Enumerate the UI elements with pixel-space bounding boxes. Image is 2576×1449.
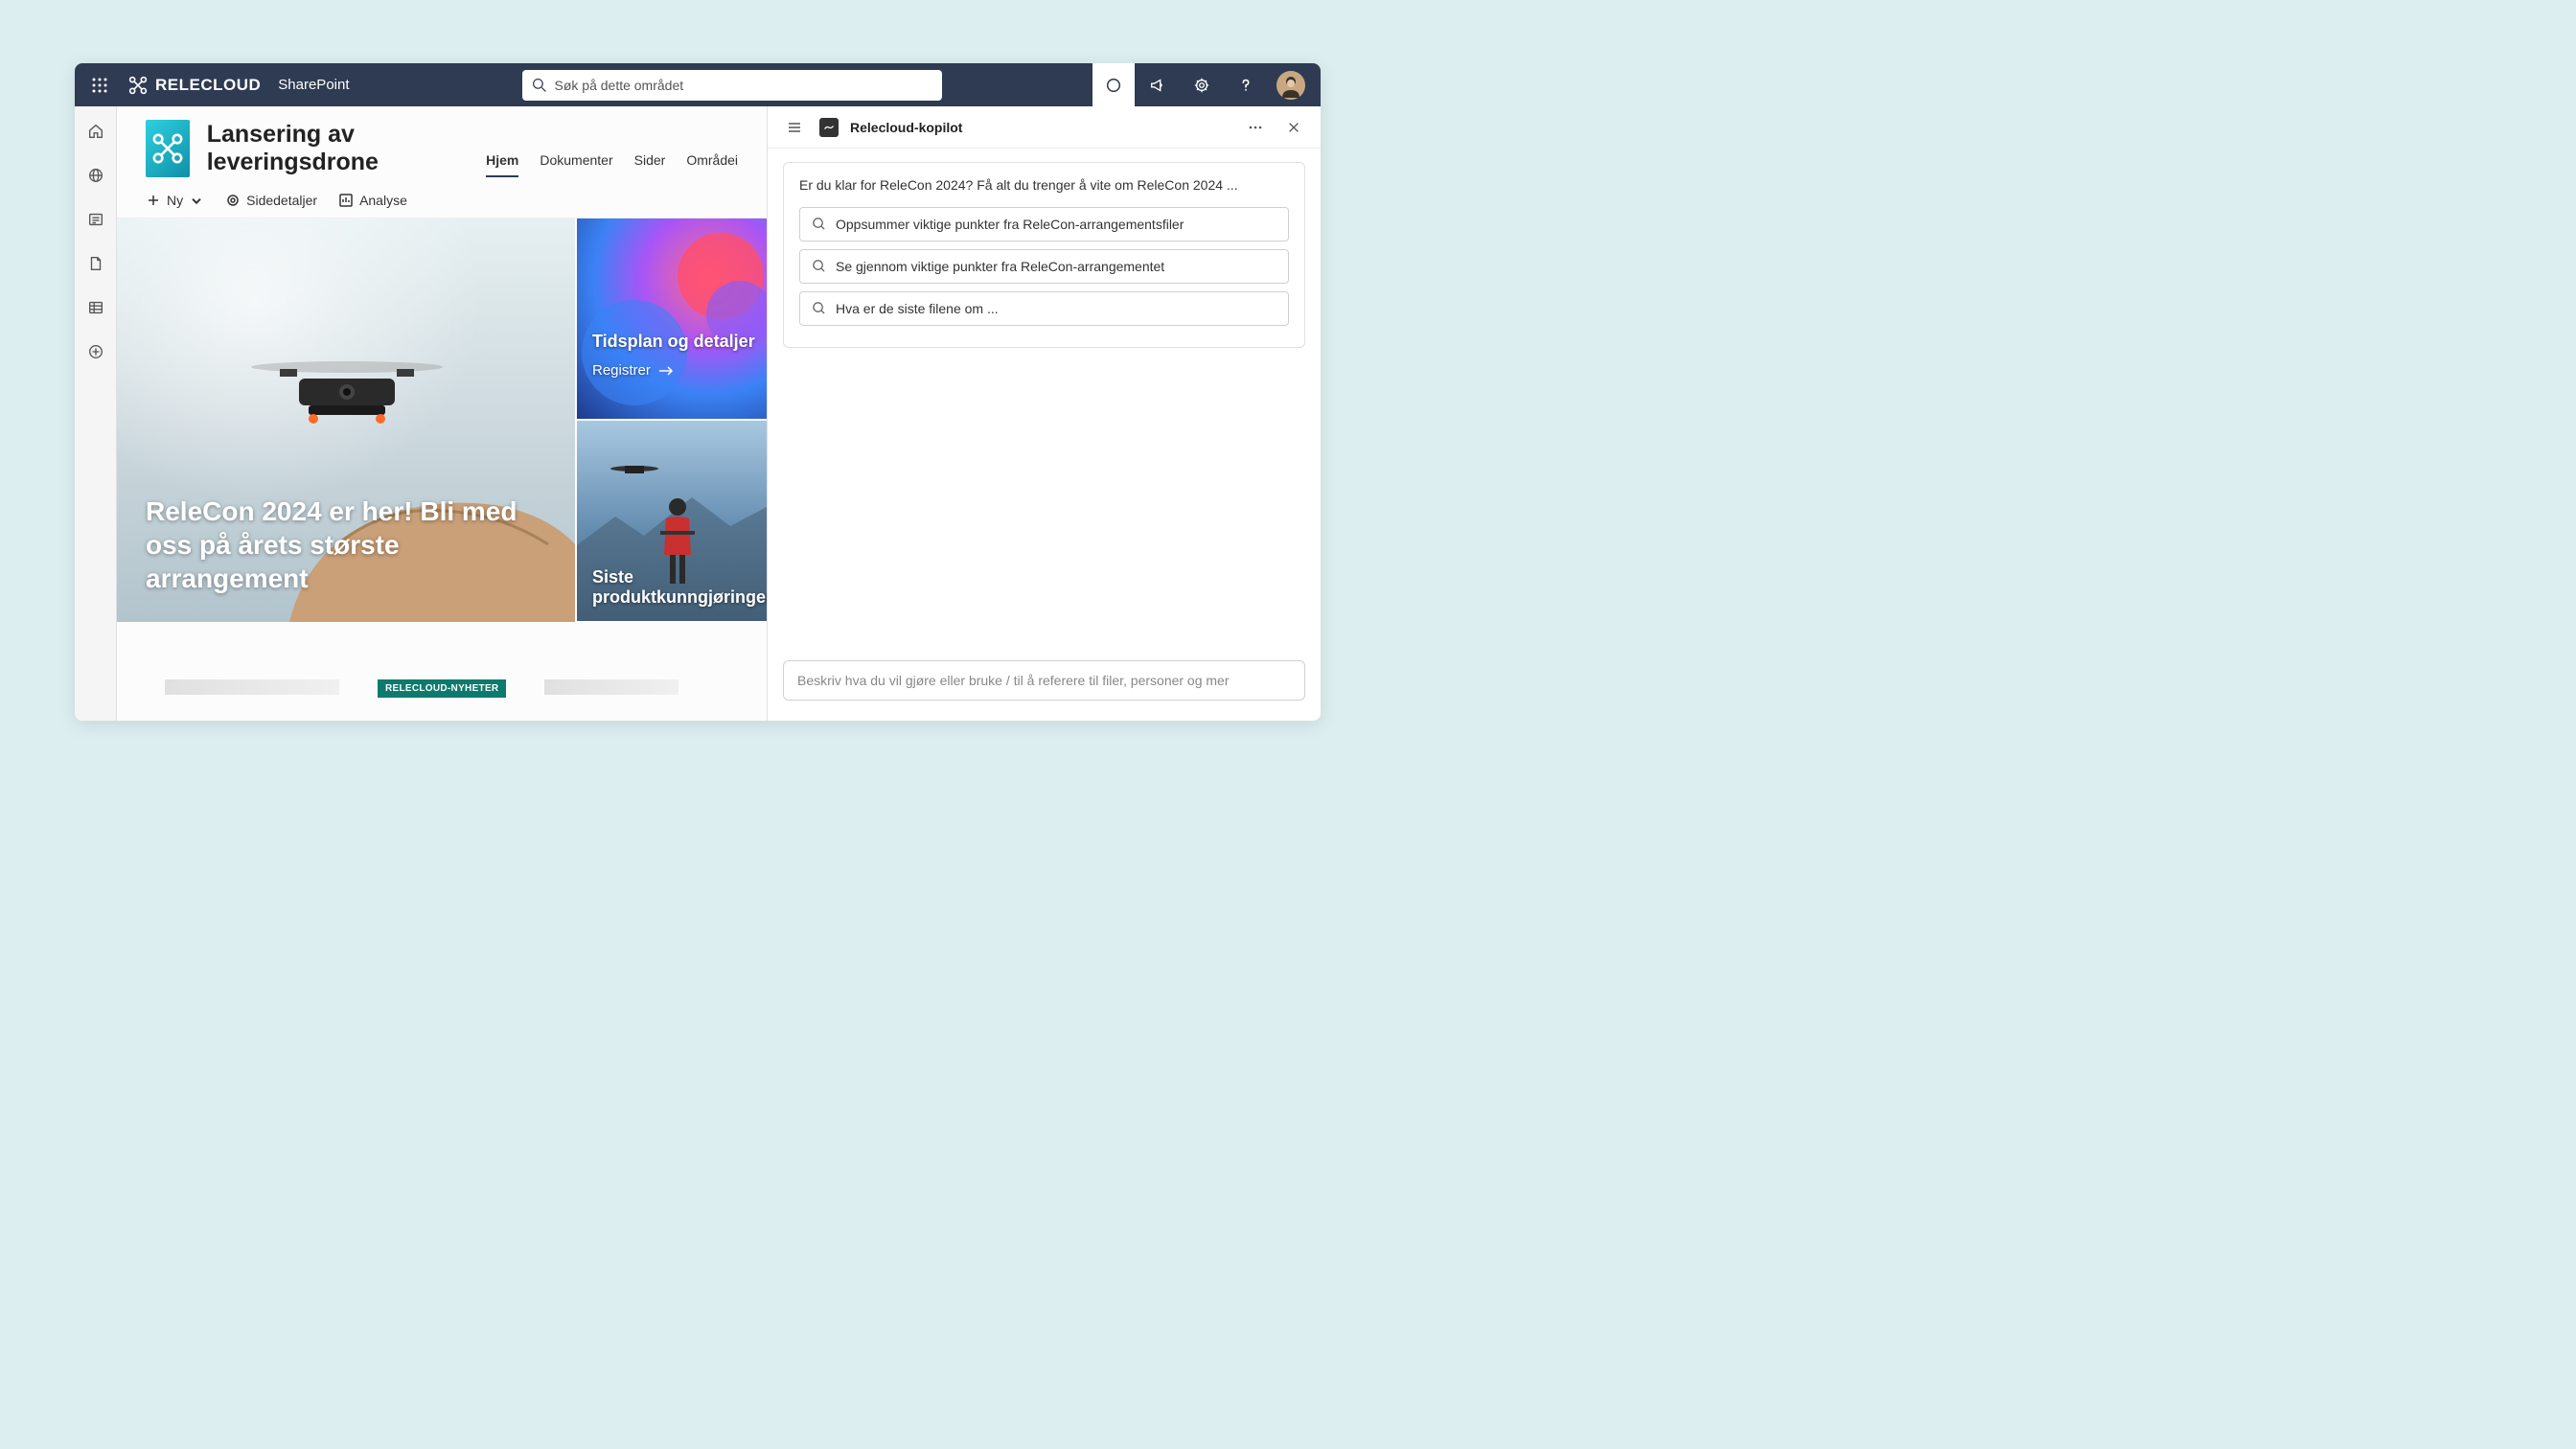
app-window: RELECLOUD SharePoint [75, 63, 1321, 721]
file-icon [87, 255, 104, 272]
waffle-icon [92, 78, 107, 93]
nav-tab-pages[interactable]: Sider [634, 152, 666, 177]
copilot-input-area [768, 660, 1321, 721]
page-toolbar: Ny Sidedetaljer Analyse [117, 183, 767, 218]
left-rail [75, 106, 117, 721]
copilot-icon [1105, 77, 1122, 94]
hero-main-tile[interactable]: ReleCon 2024 er her! Bli med oss på året… [117, 218, 575, 622]
hero-main-title: ReleCon 2024 er her! Bli med oss på året… [146, 494, 537, 595]
help-icon [1237, 77, 1254, 94]
app-launcher-button[interactable] [82, 68, 117, 103]
copilot-toggle-button[interactable] [1092, 63, 1135, 106]
news-thumbnail [165, 679, 339, 695]
nav-tab-documents[interactable]: Dokumenter [540, 152, 612, 177]
copilot-app-badge [819, 118, 839, 137]
site-logo [146, 120, 190, 177]
brand-name: RELECLOUD [155, 76, 261, 95]
copilot-more-button[interactable] [1242, 114, 1269, 141]
megaphone-icon [1149, 77, 1166, 94]
copilot-suggestion-3[interactable]: Hva er de siste filene om ... [799, 291, 1289, 326]
news-badge: RELECLOUD-NYHETER [378, 679, 506, 698]
chevron-down-icon [189, 193, 204, 208]
hero-card-schedule[interactable]: Tidsplan og detaljer Registrer [577, 218, 767, 419]
top-bar: RELECLOUD SharePoint [75, 63, 1321, 106]
nav-files[interactable] [80, 248, 111, 279]
brand-logo: RELECLOUD [128, 76, 261, 95]
gear-small-icon [225, 193, 241, 208]
copilot-title: Relecloud-kopilot [850, 120, 1230, 135]
home-icon [87, 123, 104, 140]
news-item-3[interactable] [544, 679, 678, 698]
nav-tab-site-contents[interactable]: Områdei [686, 152, 738, 177]
hero-card-1-image [577, 218, 767, 419]
news-section: RELECLOUD-NYHETER [117, 622, 767, 698]
hero-card-1-link[interactable]: Registrer [592, 362, 674, 379]
help-button[interactable] [1225, 63, 1267, 106]
suite-name: SharePoint [278, 77, 349, 93]
search-icon [812, 259, 826, 273]
nav-tab-home[interactable]: Hjem [486, 152, 518, 177]
site-title: Lansering av leveringsdrone [207, 121, 455, 176]
news-item-2[interactable]: RELECLOUD-NYHETER [378, 679, 506, 698]
site-nav: Hjem Dokumenter Sider Områdei [486, 120, 738, 177]
nav-news[interactable] [80, 204, 111, 235]
user-avatar[interactable] [1276, 71, 1305, 100]
main-content: Lansering av leveringsdrone Hjem Dokumen… [117, 106, 767, 721]
hero-section: ReleCon 2024 er her! Bli med oss på året… [117, 218, 767, 622]
copilot-header: Relecloud-kopilot [768, 106, 1321, 149]
drone-site-icon [151, 132, 184, 165]
page-details-button[interactable]: Sidedetaljer [225, 193, 317, 208]
copilot-intro-text: Er du klar for ReleCon 2024? Få alt du t… [799, 176, 1289, 196]
news-item-1[interactable] [165, 679, 339, 698]
copilot-menu-button[interactable] [781, 114, 808, 141]
nav-sites[interactable] [80, 160, 111, 191]
hamburger-icon [787, 120, 802, 135]
announcements-button[interactable] [1137, 63, 1179, 106]
topbar-actions [1092, 63, 1313, 106]
search-box[interactable] [522, 70, 942, 101]
copilot-suggestion-1[interactable]: Oppsummer viktige punkter fra ReleCon-ar… [799, 207, 1289, 242]
copilot-close-button[interactable] [1280, 114, 1307, 141]
nav-home[interactable] [80, 116, 111, 147]
site-header: Lansering av leveringsdrone Hjem Dokumen… [117, 106, 767, 177]
nav-create[interactable] [80, 336, 111, 367]
copilot-body: Er du klar for ReleCon 2024? Få alt du t… [768, 149, 1321, 660]
copilot-badge-icon [823, 122, 835, 133]
search-icon [532, 78, 547, 93]
more-icon [1248, 120, 1263, 135]
drone-brand-icon [128, 76, 148, 95]
chart-icon [338, 193, 354, 208]
copilot-panel: Relecloud-kopilot Er du klar for ReleCon… [767, 106, 1321, 721]
gear-icon [1193, 77, 1210, 94]
hero-card-2-title: Siste produktkunngjøringer [592, 567, 757, 608]
copilot-suggestion-2[interactable]: Se gjennom viktige punkter fra ReleCon-a… [799, 249, 1289, 284]
list-icon [87, 299, 104, 316]
settings-button[interactable] [1181, 63, 1223, 106]
plus-circle-icon [87, 343, 104, 360]
search-icon [812, 301, 826, 315]
arrow-right-icon [658, 365, 674, 377]
copilot-starter-card: Er du klar for ReleCon 2024? Få alt du t… [783, 162, 1305, 348]
analytics-button[interactable]: Analyse [338, 193, 407, 208]
news-thumbnail [544, 679, 678, 695]
copilot-prompt-input[interactable] [783, 660, 1305, 701]
news-icon [87, 211, 104, 228]
new-button[interactable]: Ny [146, 193, 204, 208]
hero-card-announcements[interactable]: Siste produktkunngjøringer [577, 421, 767, 621]
hero-card-1-title: Tidsplan og detaljer [592, 332, 757, 352]
globe-icon [87, 167, 104, 184]
search-input[interactable] [555, 78, 932, 93]
plus-icon [146, 193, 161, 208]
close-icon [1287, 121, 1300, 134]
search-icon [812, 217, 826, 231]
nav-lists[interactable] [80, 292, 111, 323]
